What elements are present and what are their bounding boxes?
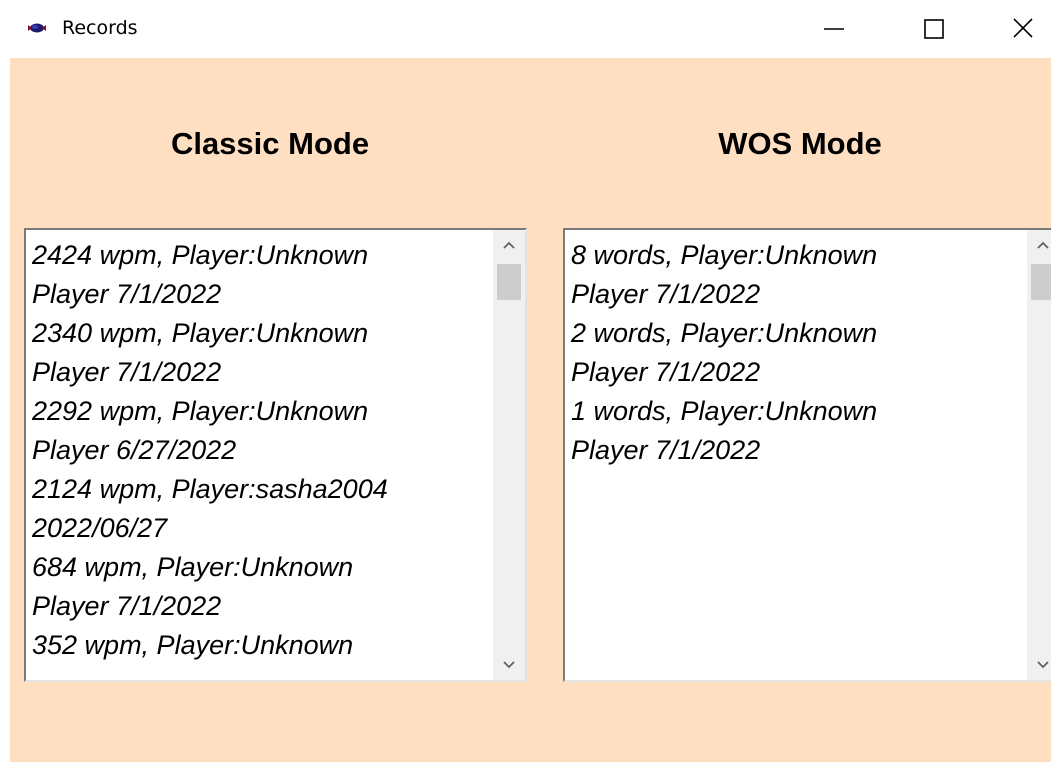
list-item[interactable]: 2292 wpm, Player:Unknown Player 6/27/202… xyxy=(32,392,489,470)
scroll-up-button[interactable] xyxy=(493,230,525,260)
scroll-thumb[interactable] xyxy=(497,264,521,300)
list-item[interactable]: 684 wpm, Player:Unknown Player 7/1/2022 xyxy=(32,548,489,626)
classic-scrollbar[interactable] xyxy=(493,230,525,680)
title-bar[interactable]: Records xyxy=(0,0,1051,58)
scroll-down-button[interactable] xyxy=(493,650,525,680)
maximize-icon xyxy=(924,19,944,39)
wos-records-list[interactable]: 8 words, Player:Unknown Player 7/1/2022 … xyxy=(563,228,1051,682)
classic-records-list[interactable]: 2424 wpm, Player:Unknown Player 7/1/2022… xyxy=(24,228,527,682)
chevron-down-icon xyxy=(503,661,515,669)
wos-mode-heading: WOS Mode xyxy=(718,126,882,161)
chevron-up-icon xyxy=(503,241,515,249)
records-window: Records Classic Mode WOS Mode 2424 wpm, … xyxy=(0,0,1051,762)
list-item[interactable]: 2424 wpm, Player:Unknown Player 7/1/2022 xyxy=(32,236,489,314)
list-item[interactable]: 8 words, Player:Unknown Player 7/1/2022 xyxy=(571,236,1023,314)
wos-scrollbar[interactable] xyxy=(1027,230,1051,680)
list-item[interactable]: 2124 wpm, Player:sasha2004 2022/06/27 xyxy=(32,470,489,548)
records-panel: Classic Mode WOS Mode 2424 wpm, Player:U… xyxy=(10,58,1051,762)
classic-mode-heading: Classic Mode xyxy=(170,126,370,161)
close-icon xyxy=(1013,18,1033,38)
list-item[interactable]: 2340 wpm, Player:Unknown Player 7/1/2022 xyxy=(32,314,489,392)
list-item[interactable]: 2 words, Player:Unknown Player 7/1/2022 xyxy=(571,314,1023,392)
scroll-down-button[interactable] xyxy=(1027,650,1051,680)
minimize-button[interactable] xyxy=(805,0,863,58)
scroll-up-button[interactable] xyxy=(1027,230,1051,260)
window-title: Records xyxy=(62,17,138,39)
scroll-thumb[interactable] xyxy=(1031,264,1051,300)
app-icon xyxy=(26,20,48,36)
list-item[interactable]: 1 words, Player:Unknown Player 7/1/2022 xyxy=(571,392,1023,470)
minimize-icon xyxy=(824,28,844,30)
chevron-down-icon xyxy=(1037,661,1049,669)
chevron-up-icon xyxy=(1037,241,1049,249)
close-button[interactable] xyxy=(995,0,1051,58)
list-item[interactable]: 352 wpm, Player:Unknown xyxy=(32,626,489,665)
maximize-button[interactable] xyxy=(905,0,963,58)
